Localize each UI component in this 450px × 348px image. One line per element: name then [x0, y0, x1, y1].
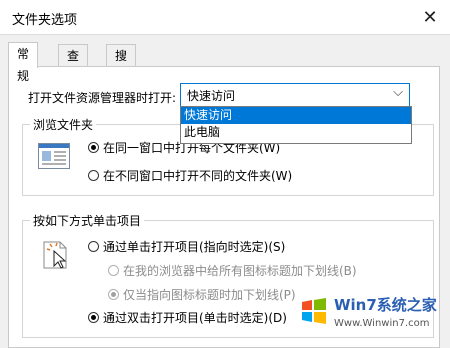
radio-different-window[interactable]: 在不同窗口中打开不同的文件夹(W): [88, 167, 292, 184]
watermark-text: Win7系统之家: [334, 296, 437, 314]
dropdown-option-quick-access[interactable]: 快速访问: [181, 107, 411, 124]
radio-double-click-label: 通过双击打开项目(单击时选定)(D): [103, 311, 287, 325]
tab-general[interactable]: 常规: [8, 42, 39, 83]
radio-single-click-button[interactable]: [88, 241, 99, 252]
radio-underline-all: 在我的浏览器中给所有图标标题加下划线(B): [108, 262, 357, 279]
radio-underline-all-button: [108, 265, 119, 276]
dropdown-option-this-pc[interactable]: 此电脑: [181, 124, 411, 141]
windows-logo-icon: [300, 296, 328, 324]
close-button[interactable]: ✕: [410, 0, 450, 34]
radio-double-click[interactable]: 通过双击打开项目(单击时选定)(D): [88, 309, 287, 326]
tab-view[interactable]: 查看: [58, 44, 89, 85]
window-title: 文件夹选项: [12, 13, 78, 28]
radio-double-click-button[interactable]: [88, 312, 99, 323]
folder-window-icon: [38, 143, 70, 169]
open-explorer-label: 打开文件资源管理器时打开:: [28, 91, 177, 105]
radio-single-click[interactable]: 通过单击打开项目(指向时选定)(S): [88, 238, 285, 255]
tab-general-label: 常规: [17, 47, 30, 83]
pointer-click-icon: [40, 241, 72, 271]
tab-search[interactable]: 搜索: [106, 44, 137, 85]
radio-single-click-label: 通过单击打开项目(指向时选定)(S): [103, 240, 286, 254]
watermark-url: Www.Winwin7.com: [334, 318, 430, 329]
title-bar: 文件夹选项 ✕: [0, 0, 450, 35]
radio-different-window-label: 在不同窗口中打开不同的文件夹(W): [103, 169, 293, 183]
open-explorer-select[interactable]: 快速访问 ⌵: [180, 83, 410, 107]
folder-options-window: 文件夹选项 ✕ 常规 查看 搜索 打开文件资源管理器时打开: 快速访问 ⌵ 快速…: [0, 0, 450, 348]
radio-underline-all-label: 在我的浏览器中给所有图标标题加下划线(B): [123, 264, 357, 278]
radio-underline-point-label: 仅当指向图标标题时加下划线(P): [123, 288, 296, 302]
browse-folders-legend: 浏览文件夹: [30, 116, 97, 133]
open-explorer-select-value: 快速访问: [187, 89, 236, 103]
radio-different-window-button[interactable]: [88, 170, 99, 181]
site-watermark: Win7系统之家 Www.Winwin7.com: [300, 290, 450, 341]
open-explorer-dropdown: 快速访问 此电脑: [180, 106, 412, 144]
radio-underline-point-button: [108, 289, 119, 300]
radio-same-window-button[interactable]: [88, 142, 99, 153]
close-icon: ✕: [422, 6, 438, 28]
click-items-legend: 按如下方式单击项目: [30, 212, 145, 229]
chevron-down-icon: ⌵: [393, 85, 403, 100]
radio-underline-point: 仅当指向图标标题时加下划线(P): [108, 286, 296, 303]
